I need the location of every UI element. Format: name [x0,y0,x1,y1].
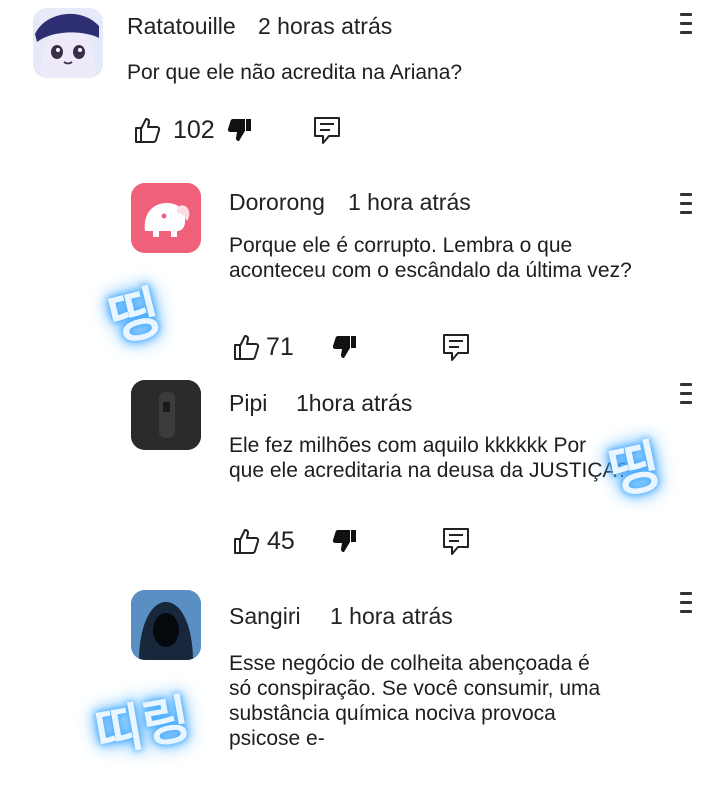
comment-timestamp: 2 horas atrás [258,13,393,39]
reply-button[interactable] [442,527,470,562]
comment-timestamp: 1 hora atrás [330,603,453,629]
thumbs-down-icon [227,119,251,141]
thumbs-down-icon [332,336,356,358]
more-options-icon[interactable] [680,13,694,35]
like-button[interactable] [232,333,260,366]
comment-author[interactable]: Ratatouille [127,13,236,40]
avatar-dororong[interactable] [131,183,201,253]
like-button[interactable] [133,116,161,149]
hooded-figure-avatar-icon [131,590,201,660]
comment-timestamp: 1 hora atrás [348,189,471,215]
comment-text-line: psicose e- [229,727,325,750]
thumbs-up-icon [234,529,260,554]
thumbs-up-icon [234,335,260,360]
comment-text-line: Por que ele não acredita na Ariana? [127,61,463,84]
thumbs-up-icon [135,118,161,143]
comment-text: Ele fez milhões com aquilo kkkkkk Por qu… [229,433,628,483]
avatar-pipi[interactable] [131,380,201,450]
anime-avatar-icon [33,8,103,78]
like-count: 71 [266,333,294,361]
like-count: 45 [267,527,295,555]
avatar-ratatouille[interactable] [33,8,103,78]
thumbs-down-icon [332,530,356,552]
comment-text-line: Ele fez milhões com aquilo kkkkkk Por [229,434,587,457]
more-options-icon[interactable] [680,383,694,405]
avatar-sangiri[interactable] [131,590,201,660]
comment-author[interactable]: Sangiri [229,603,301,630]
dark-figure-avatar-icon [131,380,201,450]
more-options-icon[interactable] [680,193,694,215]
reply-icon [314,117,340,144]
comment-author[interactable]: Pipi [229,390,267,417]
sound-effect-text: 띠링 [90,689,196,765]
reply-icon [443,528,469,555]
comment-text-line: Porque ele é corrupto. Lembra o que [229,234,573,257]
comment-text-line: aconteceu com o escândalo da última vez? [229,259,632,282]
comment-text-line: só conspiração. Se você consumir, uma [229,677,601,700]
dislike-button[interactable] [332,334,358,365]
dislike-button[interactable] [227,117,253,148]
like-count: 102 [173,116,215,144]
comment-text: Por que ele não acredita na Ariana? [127,60,462,85]
reply-icon [443,334,469,361]
elephant-avatar-icon [131,183,201,253]
more-options-icon[interactable] [680,592,694,614]
comment-timestamp: 1hora atrás [296,390,413,416]
dislike-button[interactable] [332,528,358,559]
comment-text-line: substância química nociva provoca [229,702,556,725]
sound-effect-text: 띵 [602,433,667,508]
reply-button[interactable] [313,116,341,151]
sound-effect-text: 띵 [102,279,168,356]
comment-text-line: Esse negócio de colheita abençoada é [229,652,590,675]
like-button[interactable] [232,527,260,560]
comment-text-line: que ele acreditaria na deusa da JUSTIÇA? [229,459,629,482]
comment-text: Esse negócio de colheita abençoada é só … [229,651,600,751]
comment-author[interactable]: Dororong [229,189,325,216]
reply-button[interactable] [442,333,470,368]
comment-text: Porque ele é corrupto. Lembra o que acon… [229,233,632,283]
